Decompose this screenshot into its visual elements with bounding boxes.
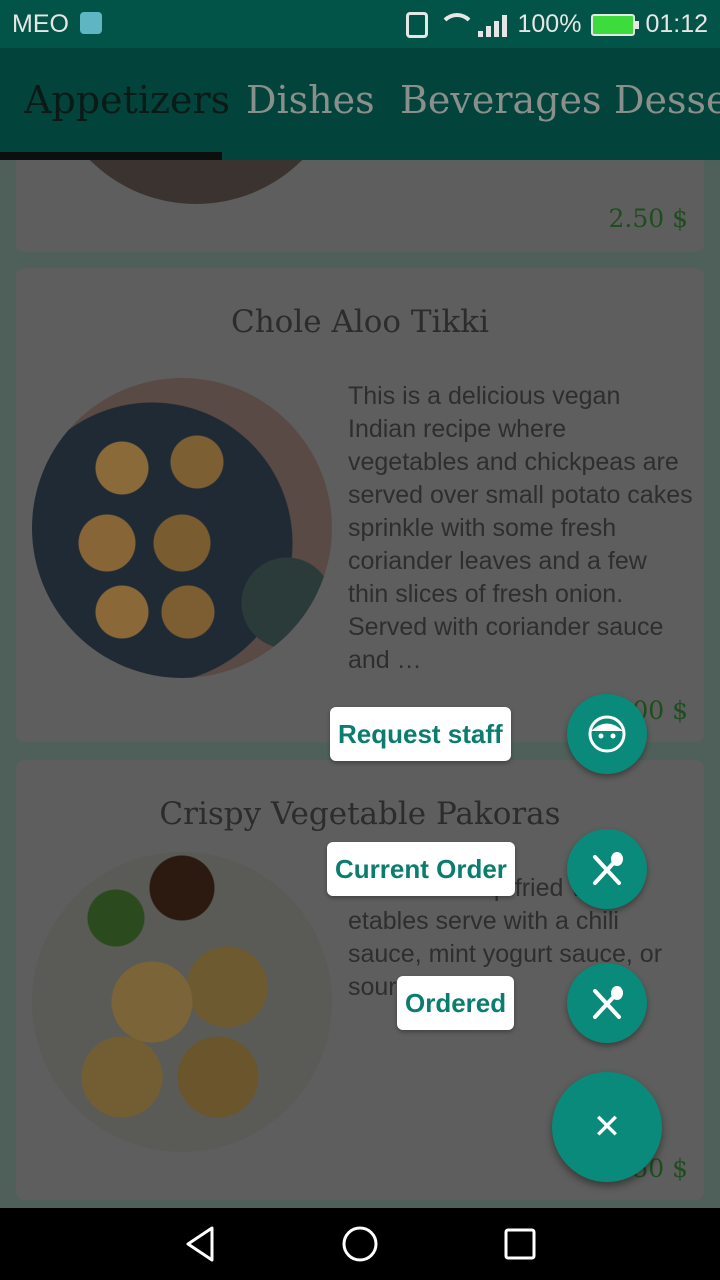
tab-beverages[interactable]: Beverages bbox=[400, 78, 602, 122]
ordered-button[interactable] bbox=[567, 963, 647, 1043]
status-bar: MEO 100% 01:12 bbox=[0, 0, 720, 48]
tab-dishes[interactable]: Dishes bbox=[246, 78, 375, 122]
item-price: 2.50 $ bbox=[608, 204, 688, 233]
battery-icon bbox=[591, 13, 640, 36]
tab-appetizers[interactable]: Appetizers bbox=[24, 78, 230, 122]
battery-percent: 100% bbox=[517, 10, 582, 38]
item-title: Crispy Vegetable Pakoras bbox=[159, 796, 561, 832]
food-image bbox=[46, 160, 346, 204]
tab-desserts[interactable]: Desserts bbox=[614, 78, 720, 122]
request-staff-label[interactable]: Request staff bbox=[330, 707, 511, 761]
face-icon bbox=[588, 715, 626, 753]
home-icon bbox=[342, 1226, 378, 1262]
vibrate-icon bbox=[406, 11, 429, 38]
menu-item-card[interactable]: 2.50 $ bbox=[16, 160, 704, 252]
signal-icon bbox=[478, 13, 508, 37]
android-notification-icon bbox=[80, 12, 102, 34]
request-staff-button[interactable] bbox=[567, 694, 647, 774]
menu-list[interactable]: 2.50 $ Chole Aloo Tikki This is a delici… bbox=[0, 160, 720, 1208]
recents-icon bbox=[504, 1228, 536, 1260]
system-nav-bar bbox=[0, 1208, 720, 1280]
current-order-label[interactable]: Current Order bbox=[327, 842, 515, 896]
ordered-label[interactable]: Ordered bbox=[397, 976, 515, 1030]
back-button[interactable] bbox=[160, 1208, 240, 1280]
wifi-icon bbox=[438, 12, 477, 37]
close-fab-button[interactable]: ✕ bbox=[552, 1072, 662, 1182]
category-tabs: Appetizers Dishes Beverages Desserts bbox=[0, 48, 720, 160]
back-icon bbox=[186, 1226, 214, 1262]
item-title: Chole Aloo Tikki bbox=[230, 304, 490, 340]
current-order-button[interactable] bbox=[567, 829, 647, 909]
food-image bbox=[32, 378, 332, 678]
carrier-name: MEO bbox=[12, 10, 69, 38]
cutlery-icon bbox=[593, 852, 623, 885]
active-tab-indicator bbox=[0, 152, 222, 160]
close-icon: ✕ bbox=[592, 1107, 622, 1147]
home-button[interactable] bbox=[320, 1208, 400, 1280]
cutlery-icon bbox=[593, 986, 623, 1019]
item-description: This is a delicious vegan Indian recipe … bbox=[348, 382, 693, 674]
menu-item-card[interactable]: Chole Aloo Tikki This is a delicious veg… bbox=[16, 268, 704, 742]
food-image bbox=[32, 852, 332, 1152]
recents-button[interactable] bbox=[480, 1208, 560, 1280]
clock: 01:12 bbox=[645, 10, 708, 38]
